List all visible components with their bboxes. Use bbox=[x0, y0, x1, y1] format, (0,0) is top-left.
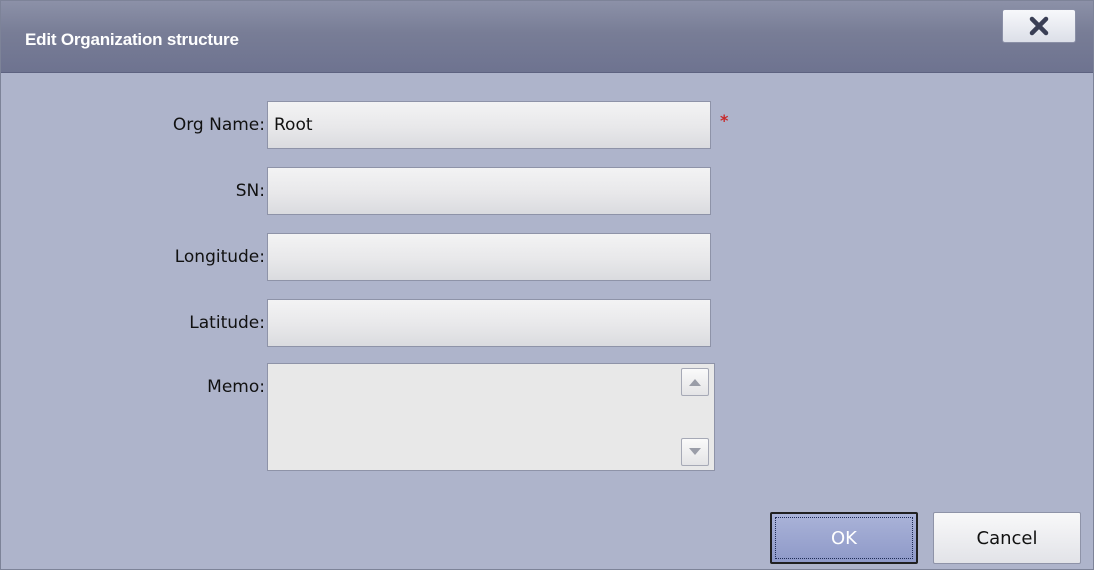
sn-label: SN: bbox=[235, 181, 265, 201]
scroll-down-button[interactable] bbox=[681, 438, 709, 466]
dialog-title: Edit Organization structure bbox=[25, 30, 239, 49]
required-asterisk: * bbox=[720, 111, 729, 130]
triangle-down-icon bbox=[689, 448, 701, 455]
memo-textarea[interactable] bbox=[268, 364, 676, 470]
focus-ring bbox=[775, 517, 913, 559]
org-name-label: Org Name: bbox=[172, 115, 265, 135]
triangle-up-icon bbox=[689, 379, 701, 386]
memo-label: Memo: bbox=[207, 377, 265, 397]
close-button[interactable] bbox=[1002, 9, 1076, 43]
dialog-titlebar: Edit Organization structure bbox=[1, 1, 1093, 73]
org-name-input[interactable] bbox=[267, 101, 711, 149]
longitude-label: Longitude: bbox=[174, 247, 265, 267]
cancel-button-label: Cancel bbox=[976, 527, 1038, 549]
memo-scrollbar[interactable] bbox=[678, 364, 714, 470]
cancel-button[interactable]: Cancel bbox=[933, 512, 1081, 564]
sn-input[interactable] bbox=[267, 167, 711, 215]
memo-box bbox=[267, 363, 715, 471]
scroll-up-button[interactable] bbox=[681, 368, 709, 396]
longitude-input[interactable] bbox=[267, 233, 711, 281]
edit-organization-dialog: Edit Organization structure Org Name: * … bbox=[0, 0, 1094, 570]
close-x-icon bbox=[1029, 16, 1049, 36]
ok-button[interactable]: OK bbox=[770, 512, 918, 564]
latitude-input[interactable] bbox=[267, 299, 711, 347]
latitude-label: Latitude: bbox=[189, 313, 265, 333]
